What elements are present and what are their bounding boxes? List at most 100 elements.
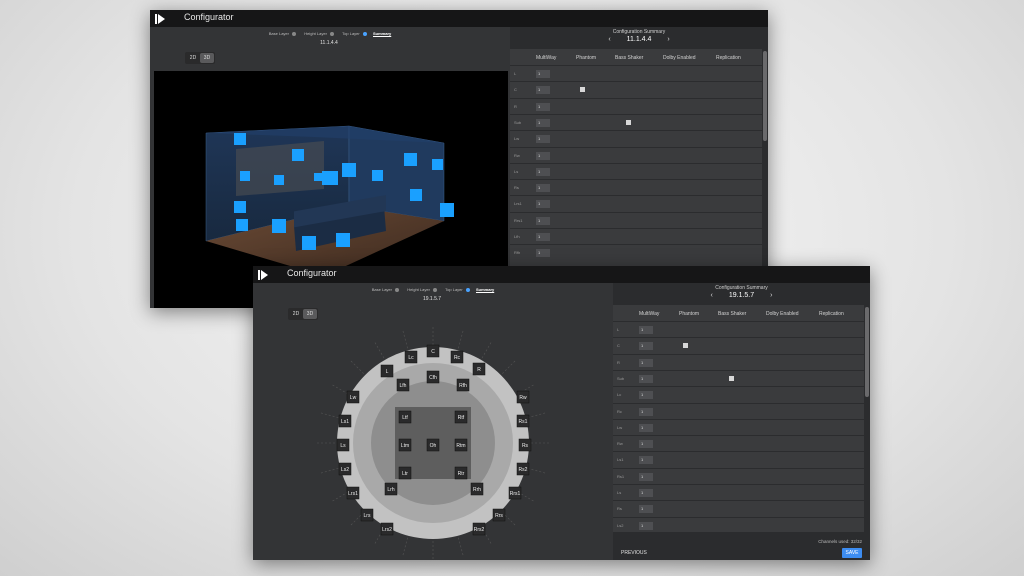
window-title: Configurator xyxy=(184,12,234,22)
configurator-window-2d: Configurator Base Layer Height Layer Top… xyxy=(253,266,870,560)
multiway-input[interactable]: 1 xyxy=(536,184,550,193)
speaker-label: Rrs2 xyxy=(474,527,485,533)
multiway-input[interactable]: 1 xyxy=(639,358,653,367)
row-channel-label: Rrs1 xyxy=(514,217,523,223)
window-title: Configurator xyxy=(287,268,337,278)
summary-config-id: 11.1.4.4 xyxy=(626,36,652,43)
multiway-input[interactable]: 1 xyxy=(639,326,653,334)
col-replication: Replication xyxy=(716,55,741,61)
multiway-input[interactable]: 1 xyxy=(536,249,550,258)
table-row: Rrs1 1 xyxy=(510,211,762,228)
table-row: Lw 1 xyxy=(510,130,762,146)
multiway-input[interactable]: 1 xyxy=(639,391,653,400)
multiway-input[interactable]: 1 xyxy=(639,456,653,465)
speaker-label: Lw xyxy=(350,395,357,401)
view-2d-button[interactable]: 2D xyxy=(186,53,200,63)
multiway-input[interactable]: 1 xyxy=(536,70,550,78)
tab-base-layer[interactable]: Base Layer xyxy=(267,31,297,36)
table-row: R1 xyxy=(510,97,762,114)
next-config-icon[interactable]: › xyxy=(770,292,772,299)
summary-title: Configuration Summary xyxy=(715,285,768,291)
speaker-label: R xyxy=(477,367,481,373)
tab-summary[interactable]: Summary xyxy=(476,287,494,292)
phantom-checkbox[interactable] xyxy=(683,343,688,349)
multiway-input[interactable]: 1 xyxy=(639,407,653,416)
multiway-input[interactable]: 1 xyxy=(536,216,550,225)
col-dolby-enabled: Dolby Enabled xyxy=(766,311,799,317)
multiway-input[interactable]: 1 xyxy=(536,118,550,127)
save-button[interactable]: SAVE xyxy=(842,548,862,558)
multiway-input[interactable]: 1 xyxy=(639,521,653,530)
speaker-label: Lrh xyxy=(387,487,394,493)
table-row: Rs 1 xyxy=(613,500,864,516)
tab-height-layer[interactable]: Height Layer xyxy=(302,31,335,36)
previous-button[interactable]: PREVIOUS xyxy=(621,550,647,556)
row-channel-label: Ls xyxy=(514,168,519,174)
multiway-input[interactable]: 1 xyxy=(639,342,653,351)
row-channel-label: Ls1 xyxy=(617,457,624,463)
multiway-input[interactable]: 1 xyxy=(536,233,550,241)
row-channel-label: Sub xyxy=(617,375,625,381)
scrollbar-thumb[interactable] xyxy=(763,51,767,141)
multiway-input[interactable]: 1 xyxy=(639,423,653,432)
tab-summary[interactable]: Summary xyxy=(373,31,391,36)
speaker-label: Ltf xyxy=(402,415,408,421)
row-channel-label: C xyxy=(514,87,517,93)
speaker-label: C xyxy=(431,349,435,355)
multiway-input[interactable]: 1 xyxy=(536,135,550,144)
speaker-label: Cfh xyxy=(429,375,437,381)
speaker-label: Lc xyxy=(408,355,414,361)
config-id: 11.1.4.4 xyxy=(320,40,338,46)
layer-tabs: Base Layer Height Layer Top Layer Summar… xyxy=(150,31,508,36)
multiway-input[interactable]: 1 xyxy=(639,374,653,383)
bass-shaker-checkbox[interactable] xyxy=(626,119,631,125)
tab-base-layer[interactable]: Base Layer xyxy=(370,287,400,292)
table-row: Rfh 1 xyxy=(510,244,762,260)
table-row: Rs 1 xyxy=(510,179,762,195)
bass-shaker-checkbox[interactable] xyxy=(729,375,734,381)
table-row: Lfh 1 xyxy=(510,228,762,244)
multiway-input[interactable]: 1 xyxy=(639,440,653,449)
multiway-input[interactable]: 1 xyxy=(536,102,550,111)
phantom-checkbox[interactable] xyxy=(580,87,585,93)
row-channel-label: Lw xyxy=(617,424,623,430)
view-3d-button[interactable]: 3D xyxy=(200,53,214,63)
table-row: Ls 1 xyxy=(613,484,864,500)
prev-config-icon[interactable]: ‹ xyxy=(711,292,713,299)
speaker-label: Rrh xyxy=(473,487,481,493)
multiway-input[interactable]: 1 xyxy=(639,472,653,481)
table-row: Ls2 1 xyxy=(613,516,864,533)
speaker-label: Rrs xyxy=(495,513,503,519)
next-config-icon[interactable]: › xyxy=(667,36,669,43)
tab-top-layer[interactable]: Top Layer xyxy=(340,31,368,36)
multiway-input[interactable]: 1 xyxy=(536,151,550,160)
scrollbar-thumb[interactable] xyxy=(865,307,869,397)
table-row: Rw 1 xyxy=(613,435,864,451)
col-bass-shaker: Bass Shaker xyxy=(615,55,644,61)
table-row: Rw 1 xyxy=(510,146,762,163)
summary-scrollbar[interactable] xyxy=(864,305,870,532)
speaker-label: Rw xyxy=(519,395,527,401)
tab-height-layer[interactable]: Height Layer xyxy=(405,287,438,292)
table-row: Lrs1 1 xyxy=(510,195,762,211)
layer-tabs: Base Layer Height Layer Top Layer Summar… xyxy=(253,287,611,292)
table-row: Lc 1 xyxy=(613,386,864,402)
prev-config-icon[interactable]: ‹ xyxy=(608,36,610,43)
configurator-window-3d: Configurator Base Layer Height Layer Top… xyxy=(150,10,768,308)
table-row: L1 xyxy=(510,65,762,81)
col-multiway: MultiWay xyxy=(536,55,557,61)
multiway-input[interactable]: 1 xyxy=(639,489,653,497)
speaker-label: Lrs2 xyxy=(382,527,392,533)
row-channel-label: Rs1 xyxy=(617,473,625,479)
multiway-input[interactable]: 1 xyxy=(536,200,550,209)
col-dolby-enabled: Dolby Enabled xyxy=(663,55,696,61)
speaker-layout-diagram[interactable]: L Lc C Rc R Lw Rw Ls1 Rs1 Ls Rs Ls2 Rs2 Lrs1 Rrs1 Lrs Rr… xyxy=(253,323,611,560)
view-2d-button[interactable]: 2D xyxy=(289,309,303,319)
tab-top-layer[interactable]: Top Layer xyxy=(443,287,471,292)
table-row: Sub 1 xyxy=(510,113,762,130)
row-channel-label: Lw xyxy=(514,136,520,142)
multiway-input[interactable]: 1 xyxy=(536,86,550,95)
view-3d-button[interactable]: 3D xyxy=(303,309,317,319)
multiway-input[interactable]: 1 xyxy=(536,167,550,176)
multiway-input[interactable]: 1 xyxy=(639,505,653,514)
